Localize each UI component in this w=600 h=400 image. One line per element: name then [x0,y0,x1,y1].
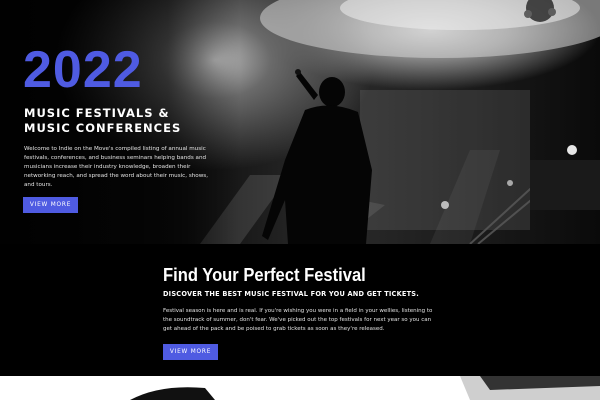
hero-headline-line2: MUSIC CONFERENCES [24,121,182,135]
festival-section: Find Your Perfect Festival DISCOVER THE … [0,244,600,376]
hero-year: 2022 [23,41,143,99]
festival-title: Find Your Perfect Festival [163,265,366,285]
hero-section: 2022 MUSIC FESTIVALS & MUSIC CONFERENCES… [0,0,600,244]
festival-view-more-button[interactable]: VIEW MORE [163,344,218,360]
festival-subtitle: DISCOVER THE BEST MUSIC FESTIVAL FOR YOU… [163,290,419,298]
hero-view-more-button[interactable]: VIEW MORE [23,197,78,213]
next-section-image-strip [0,376,600,400]
hero-headline-line1: MUSIC FESTIVALS & [24,106,170,120]
hero-intro-text: Welcome to Indie on the Move's compiled … [24,146,208,188]
festival-body-text: Festival season is here and is real. If … [163,308,433,332]
hero-headline: MUSIC FESTIVALS & MUSIC CONFERENCES [24,106,224,136]
next-section-photo [0,376,600,400]
